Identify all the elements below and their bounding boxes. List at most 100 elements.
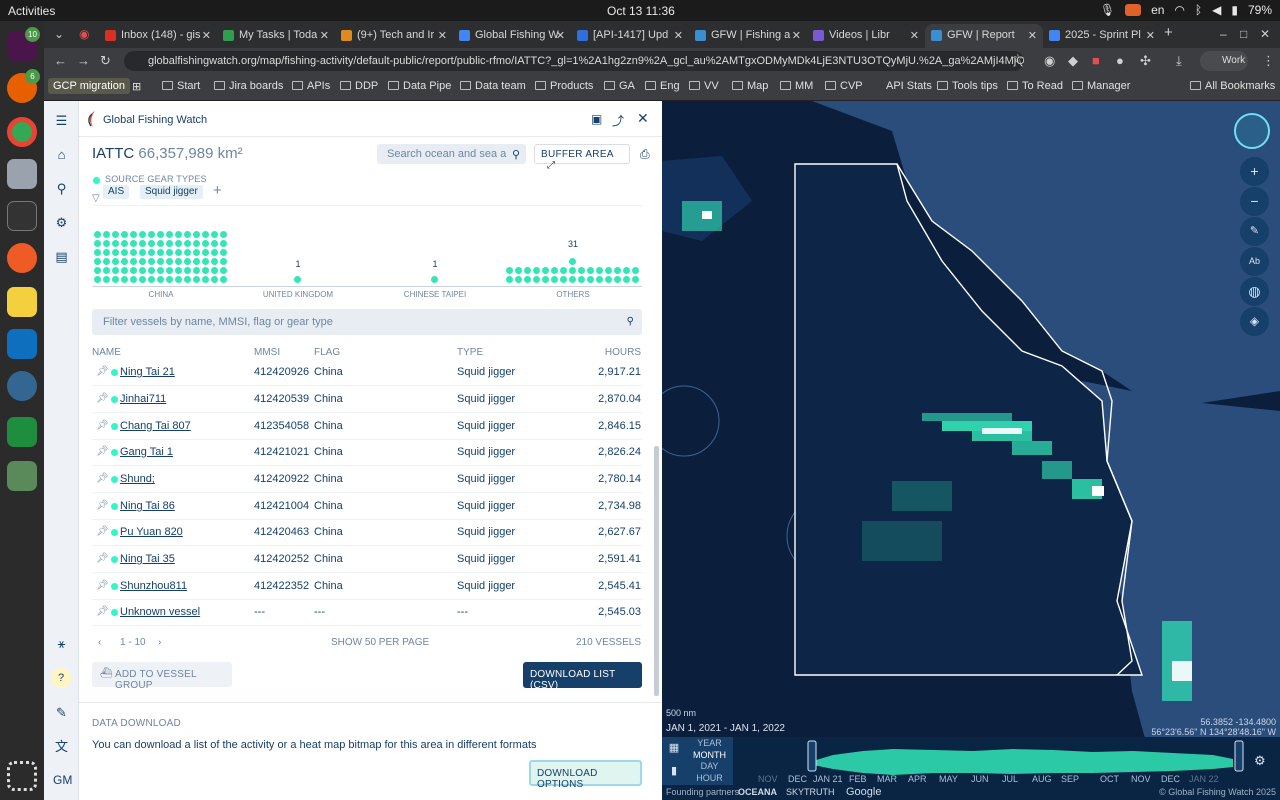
sheets-icon[interactable] xyxy=(7,417,37,447)
resolution-day[interactable]: DAY xyxy=(686,761,733,773)
vessel-name-link[interactable]: Ning Tai 35 xyxy=(120,553,175,565)
per-page-link[interactable]: SHOW 50 PER PAGE xyxy=(331,637,429,648)
menu-kebab-icon[interactable]: ⋮ xyxy=(1262,53,1275,69)
pin-icon[interactable]: 📌︎ xyxy=(96,420,109,431)
extension-icon[interactable]: ● xyxy=(1116,53,1124,68)
bookmark-gcp-migration[interactable]: GCP migration xyxy=(48,78,130,94)
minimize-icon[interactable]: – xyxy=(1220,27,1227,41)
column-header-type[interactable]: TYPE xyxy=(457,347,483,358)
bookmark-folder[interactable]: Tools tips xyxy=(937,80,998,92)
column-header-flag[interactable]: FLAG xyxy=(314,347,340,358)
bookmark-icon[interactable]: ▣ xyxy=(591,112,602,126)
layers-icon[interactable]: ◈ xyxy=(1240,307,1269,336)
pin-icon[interactable]: 📌︎ xyxy=(96,500,109,511)
pin-icon[interactable]: 📌︎ xyxy=(96,526,109,537)
close-icon[interactable]: ✕ xyxy=(438,29,447,42)
clock[interactable]: Oct 13 11:36 xyxy=(607,4,675,18)
partner-skytruth-logo[interactable]: SKYTRUTH xyxy=(786,787,835,797)
bookmark-link[interactable]: API Stats xyxy=(871,80,932,92)
annotation-button[interactable]: Ab xyxy=(1240,247,1269,276)
vessel-icon[interactable]: ⚙ xyxy=(53,214,70,231)
browser-tab[interactable]: Videos | Libr ✕ xyxy=(807,24,925,48)
vessel-name-link[interactable]: Shund; xyxy=(120,473,155,485)
pin-icon[interactable]: 📌︎ xyxy=(96,473,109,484)
user-avatar[interactable]: GM xyxy=(53,772,72,789)
close-icon[interactable]: ✕ xyxy=(202,29,211,42)
new-tab-icon[interactable]: + xyxy=(1164,24,1173,41)
bookmark-folder[interactable]: Products xyxy=(535,80,593,92)
close-icon[interactable]: ✕ xyxy=(910,29,919,42)
all-bookmarks[interactable]: All Bookmarks xyxy=(1190,80,1275,92)
column-header-mmsi[interactable]: MMSI xyxy=(254,347,280,358)
extension-icon[interactable]: ◆ xyxy=(1068,53,1078,69)
back-icon[interactable]: ← xyxy=(54,53,67,68)
edit-icon[interactable]: ✎ xyxy=(53,704,70,721)
forward-icon[interactable]: → xyxy=(77,53,90,68)
vessel-name-link[interactable]: Jinhai711 xyxy=(120,393,166,405)
vscode-icon[interactable] xyxy=(7,329,37,359)
bookmark-folder[interactable]: Map xyxy=(732,80,768,92)
extension-icon[interactable]: ■ xyxy=(1092,53,1100,68)
bookmark-folder[interactable]: Eng xyxy=(645,80,680,92)
browser-tab[interactable]: Global Fishing W ✕ xyxy=(453,24,571,48)
browser-tab[interactable]: 2025 - Sprint Pl ✕ xyxy=(1043,24,1161,48)
text-editor-icon[interactable] xyxy=(7,287,37,317)
browser-tab[interactable]: (9+) Tech and Ir ✕ xyxy=(335,24,453,48)
search-icon[interactable]: ⚲ xyxy=(53,180,70,197)
language-icon[interactable]: 文 xyxy=(53,738,70,755)
browser-tab-active[interactable]: GFW | Report ✕ xyxy=(925,24,1043,48)
bookmark-folder[interactable]: GA xyxy=(604,80,635,92)
browser-tab[interactable]: Inbox (148) - gis ✕ xyxy=(99,24,217,48)
ocean-search-input[interactable]: Search ocean and sea a ⚲ xyxy=(377,144,526,164)
buffer-area-button[interactable]: BUFFER AREA ⤢ xyxy=(534,144,630,171)
close-icon[interactable]: ✕ xyxy=(637,110,649,127)
zoom-in-button[interactable]: + xyxy=(1240,157,1269,186)
copyright[interactable]: © Global Fishing Watch 2025 xyxy=(1159,787,1276,797)
download-csv-button[interactable]: DOWNLOAD LIST (CSV) xyxy=(523,662,642,691)
browser-tab[interactable]: GFW | Fishing a ✕ xyxy=(689,24,807,48)
vessel-name-link[interactable]: Shunzhou811 xyxy=(120,580,187,592)
prev-page-icon[interactable]: ‹ xyxy=(98,637,101,648)
close-icon[interactable]: ✕ xyxy=(1146,29,1155,42)
column-header-hours[interactable]: HOURS xyxy=(605,347,641,358)
pin-icon[interactable]: 📌︎ xyxy=(96,446,109,457)
system-tray[interactable]: 🎙 en ◠ ᛒ ◀ ▮ 79% xyxy=(1100,3,1272,17)
time-resolution-selector[interactable]: YEAR MONTH DAY HOUR xyxy=(686,737,733,785)
screen-record-icon[interactable] xyxy=(1125,4,1142,16)
profile-button[interactable]: Work xyxy=(1200,51,1248,71)
vessel-name-link[interactable]: Unknown vessel xyxy=(120,606,200,618)
globe-view-icon[interactable]: ◍ xyxy=(1240,277,1269,306)
bookmark-folder[interactable]: To Read xyxy=(1007,80,1063,92)
home-icon[interactable]: ⌂ xyxy=(53,146,70,163)
resolution-hour[interactable]: HOUR xyxy=(686,773,733,785)
vessel-name-link[interactable]: Ning Tai 86 xyxy=(120,500,175,512)
menu-icon[interactable]: ☰ xyxy=(53,112,70,129)
pin-icon[interactable]: 📌︎ xyxy=(96,580,109,591)
map-view[interactable]: + − ✎ Ab ◍ ◈ 500 nm JAN 1, 2021 - JAN 1,… xyxy=(662,101,1280,800)
calendar-icon[interactable]: ▦ xyxy=(662,737,686,754)
bookmark-star-icon[interactable]: ☆ xyxy=(1012,51,1024,67)
extension-icon[interactable]: ◉ xyxy=(1044,53,1055,69)
vessel-name-link[interactable]: Ning Tai 21 xyxy=(120,366,175,378)
settings-gear-icon[interactable]: ⚙ xyxy=(1254,753,1266,769)
close-icon[interactable]: ✕ xyxy=(674,29,683,42)
close-window-icon[interactable]: ✕ xyxy=(1260,27,1270,41)
feedback-icon[interactable]: ⚹ xyxy=(53,635,70,652)
bookmark-folder[interactable]: Data team xyxy=(460,80,526,92)
app-grid-icon[interactable] xyxy=(7,761,37,791)
trash-icon[interactable] xyxy=(7,461,37,491)
vessel-name-link[interactable]: Chang Tai 807 xyxy=(120,420,191,432)
bookmark-folder[interactable]: APIs xyxy=(292,80,330,92)
tab-search-icon[interactable]: ⌄ xyxy=(54,27,64,41)
vessel-name-link[interactable]: Gang Tai 1 xyxy=(120,446,173,458)
print-icon[interactable]: ⎙ xyxy=(640,147,650,162)
close-icon[interactable]: ✕ xyxy=(1028,29,1037,42)
partner-oceana-logo[interactable]: OCEANA xyxy=(738,787,777,797)
bookmark-folder[interactable]: CVP xyxy=(825,80,863,92)
postgres-icon[interactable] xyxy=(7,371,37,401)
resolution-month[interactable]: MONTH xyxy=(686,750,733,762)
close-icon[interactable]: ✕ xyxy=(792,29,801,42)
browser-tab[interactable]: [API-1417] Upd ✕ xyxy=(571,24,689,48)
language-indicator[interactable]: en xyxy=(1151,3,1164,17)
timebar[interactable]: ▦ ▮ YEAR MONTH DAY HOUR NOV DEC JAN 21 F… xyxy=(662,737,1280,785)
